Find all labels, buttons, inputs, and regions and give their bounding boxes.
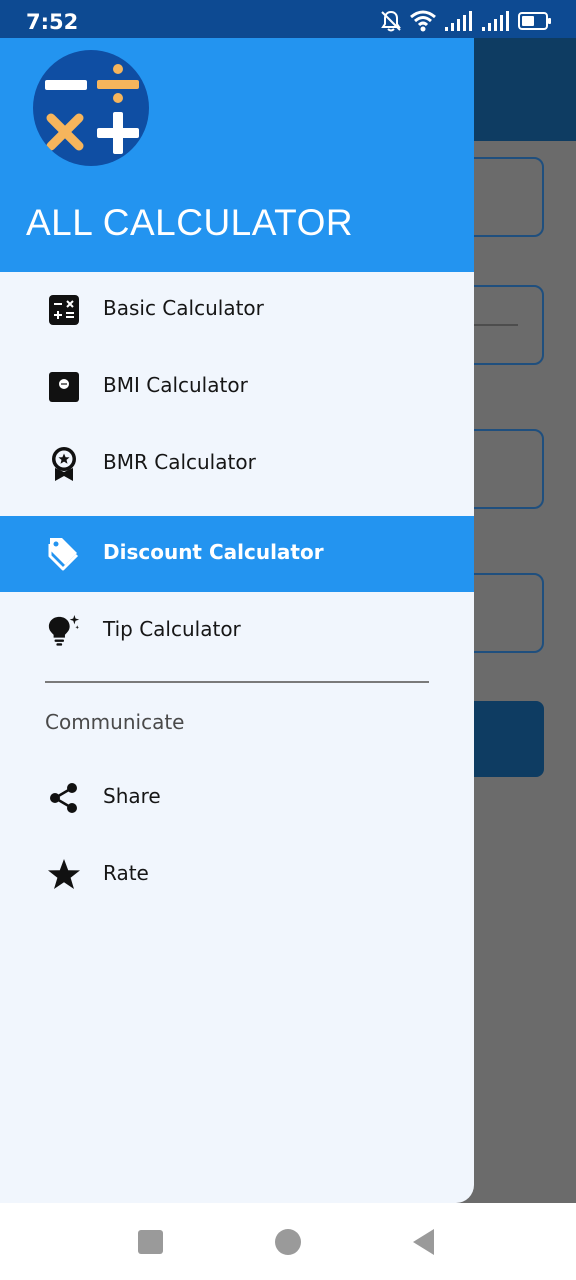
- menu-divider: [45, 681, 429, 683]
- home-button[interactable]: [275, 1229, 301, 1255]
- bmi-icon: [47, 369, 81, 405]
- section-title-communicate: Communicate: [45, 710, 185, 734]
- menu-item-tip-calculator[interactable]: Tip Calculator: [0, 593, 474, 669]
- lightbulb-icon: [47, 613, 81, 649]
- notifications-off-icon: [381, 10, 401, 32]
- award-icon: [47, 446, 81, 482]
- status-bar: 7:52: [0, 0, 576, 38]
- drawer-title: ALL CALCULATOR: [26, 202, 354, 243]
- signal-icon: [445, 11, 472, 31]
- tag-icon: [47, 536, 81, 572]
- system-navigation-bar: [0, 1203, 576, 1280]
- star-icon: [47, 857, 81, 893]
- menu-item-rate[interactable]: Rate: [0, 837, 474, 913]
- wifi-icon: [410, 10, 436, 32]
- menu-item-label: Share: [103, 784, 161, 808]
- status-time: 7:52: [26, 10, 79, 34]
- menu-item-label: Rate: [103, 861, 149, 885]
- calculator-icon: [47, 292, 81, 328]
- menu-item-label: Tip Calculator: [103, 617, 241, 641]
- menu-item-share[interactable]: Share: [0, 760, 474, 836]
- app-logo: [33, 50, 149, 166]
- drawer-header: ALL CALCULATOR: [0, 38, 474, 272]
- menu-item-label: Discount Calculator: [103, 540, 324, 564]
- menu-item-bmi-calculator[interactable]: BMI Calculator: [0, 349, 474, 425]
- background-divider: [470, 324, 518, 326]
- menu-item-basic-calculator[interactable]: Basic Calculator: [0, 272, 474, 348]
- menu-item-discount-calculator[interactable]: Discount Calculator: [0, 516, 474, 592]
- status-icons: [380, 9, 552, 33]
- menu-item-label: BMR Calculator: [103, 450, 256, 474]
- signal-icon: [482, 11, 509, 31]
- menu-item-label: Basic Calculator: [103, 296, 264, 320]
- menu-item-bmr-calculator[interactable]: BMR Calculator: [0, 426, 474, 502]
- back-button[interactable]: [412, 1228, 436, 1256]
- menu-item-label: BMI Calculator: [103, 373, 248, 397]
- share-icon: [47, 780, 81, 816]
- navigation-drawer: ALL CALCULATOR Basic Calculator BMI Calc…: [0, 38, 474, 1203]
- recent-apps-button[interactable]: [138, 1230, 163, 1254]
- battery-icon: [518, 12, 551, 30]
